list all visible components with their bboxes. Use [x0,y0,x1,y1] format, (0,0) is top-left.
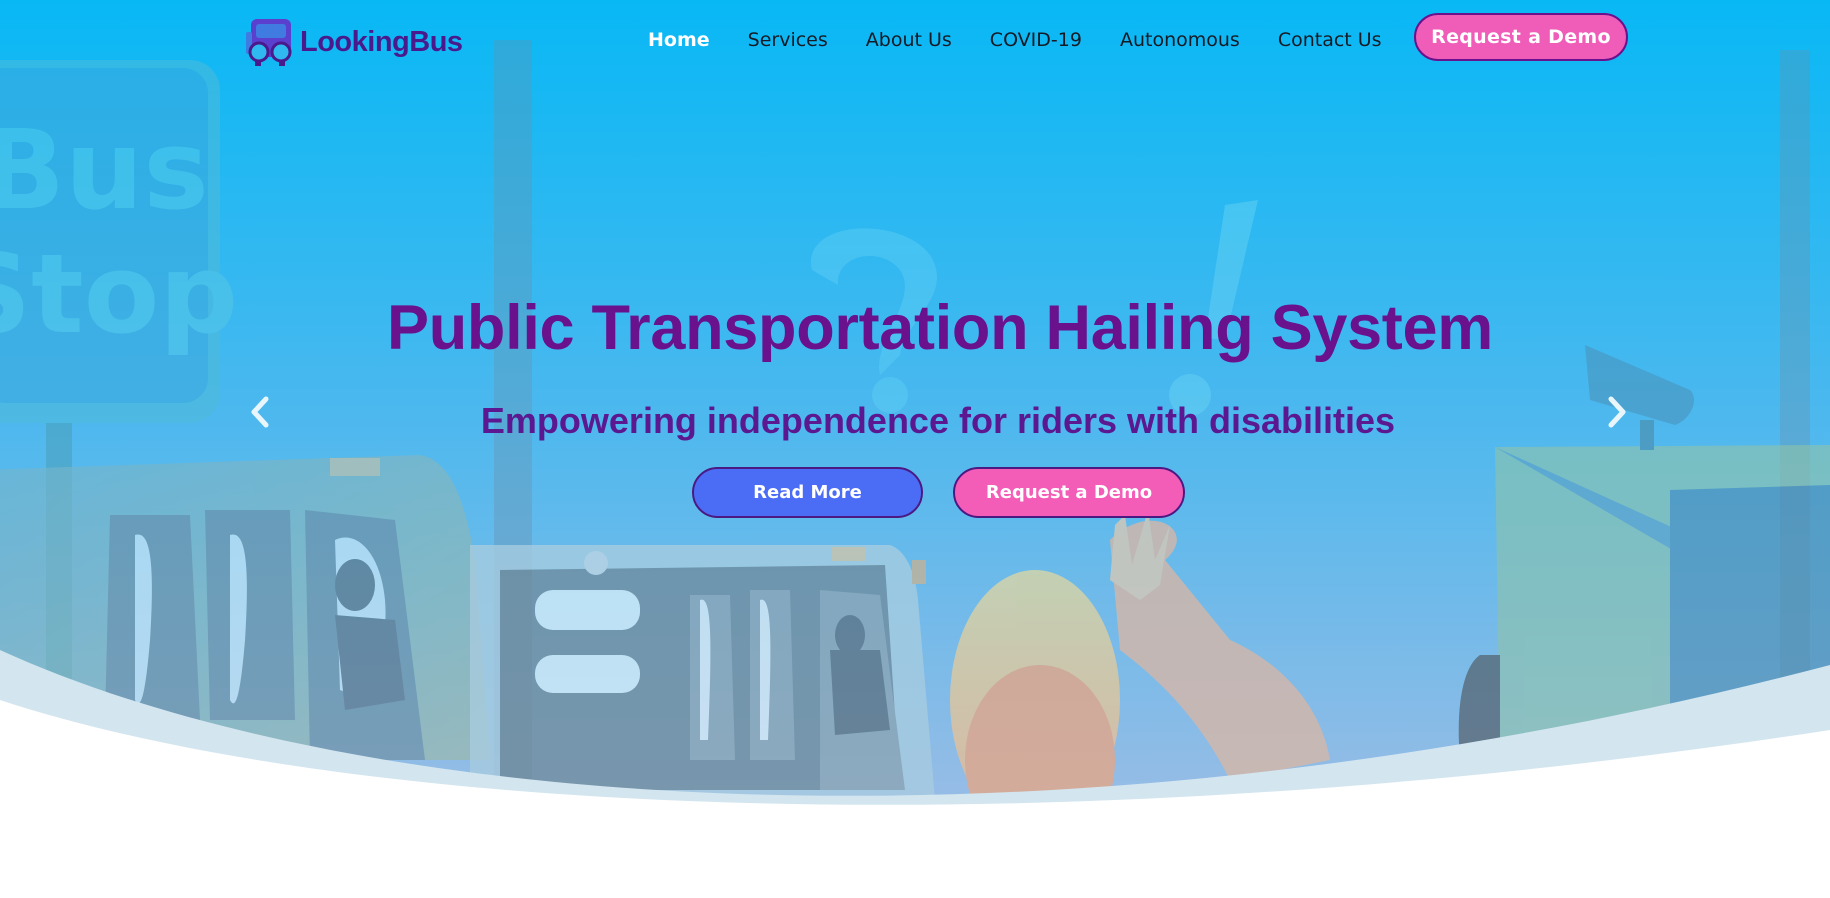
carousel-next-button[interactable] [1597,392,1637,432]
nav-item-services[interactable]: Services [748,29,828,51]
request-demo-button[interactable]: Request a Demo [953,467,1185,518]
brand-logo[interactable]: LookingBus [243,16,463,68]
main-nav: Home Services About Us COVID-19 Autonomo… [648,22,1420,58]
chevron-right-icon [1608,396,1626,428]
nav-request-demo-button[interactable]: Request a Demo [1414,13,1628,61]
nav-item-contact-us[interactable]: Contact Us [1278,29,1382,51]
brand-name: LookingBus [300,25,463,58]
middle-bus [470,545,935,800]
hero-section: Bus Stop [0,0,1830,898]
carousel-prev-button[interactable] [240,392,280,432]
hero-title: Public Transportation Hailing System [387,293,1493,363]
nav-item-home[interactable]: Home [648,29,710,51]
svg-text:Bus: Bus [0,106,209,234]
nav-item-autonomous[interactable]: Autonomous [1120,29,1240,51]
read-more-button[interactable]: Read More [692,467,923,518]
bus-logo-icon [246,19,292,66]
nav-item-covid-19[interactable]: COVID-19 [990,29,1082,51]
hero-illustration: Bus Stop [0,0,1830,898]
chevron-left-icon [251,396,269,428]
nav-item-about-us[interactable]: About Us [866,29,952,51]
